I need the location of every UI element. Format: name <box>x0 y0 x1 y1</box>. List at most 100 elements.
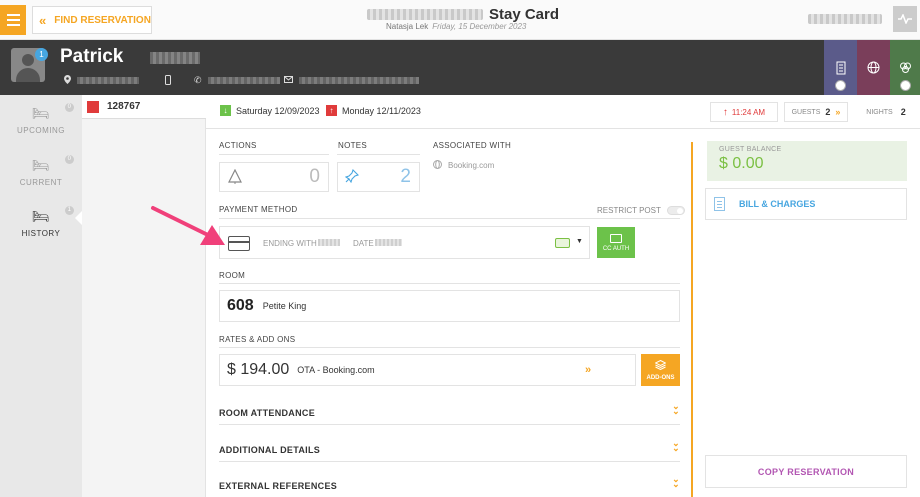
arrival-date-label: Saturday 12/09/2023 <box>236 105 320 116</box>
bill-icon <box>714 197 725 211</box>
nights-label: NIGHTS <box>866 108 893 116</box>
chevron-down-icon: ⌄ ⌄ <box>672 474 680 489</box>
phone-icon: ✆ <box>194 75 202 85</box>
notes-card[interactable]: 2 <box>337 162 420 192</box>
rate-plan: OTA - Booking.com <box>297 365 375 375</box>
room-number: 608 <box>227 297 254 314</box>
notes-count: 2 <box>400 166 411 187</box>
external-references-section[interactable]: EXTERNAL REFERENCES ⌄ ⌄ <box>219 475 680 492</box>
guests-selector[interactable]: GUESTS 2 » <box>784 102 848 122</box>
actions-card[interactable]: 0 <box>219 162 329 192</box>
menu-icon[interactable] <box>0 5 26 35</box>
building-icon[interactable] <box>824 40 857 95</box>
ending-with-label: ENDING WITH <box>263 239 317 248</box>
sidebar-item-upcoming[interactable]: 🛏︎ UPCOMING 0 <box>0 103 82 135</box>
rates-label: RATES & ADD ONS <box>219 335 296 344</box>
top-bar: « FIND RESERVATION Stay Card Natasja Lek… <box>0 0 920 40</box>
count-badge: 1 <box>65 206 74 215</box>
guest-address <box>64 75 139 86</box>
count-badge: 0 <box>65 155 74 164</box>
room-label: ROOM <box>219 271 246 280</box>
double-chevron-right-icon[interactable]: » <box>585 364 591 376</box>
notes-label: NOTES <box>338 141 368 150</box>
nights-count: 2 <box>900 107 906 117</box>
payment-method-card[interactable]: ENDING WITH DATE ▼ <box>219 226 590 259</box>
balance-value: $ 0.00 <box>719 155 764 172</box>
user-date-line: Natasja Lek Friday, 15 December 2023 <box>386 22 526 31</box>
chevron-down-icon[interactable]: ▼ <box>576 238 583 245</box>
bill-charges-button[interactable]: BILL & CHARGES <box>705 188 907 220</box>
cc-auth-label: CC AUTH <box>602 245 630 252</box>
find-reservation-label: FIND RESERVATION <box>54 14 151 26</box>
arrival-date[interactable]: ↓ Saturday 12/09/2023 <box>220 105 320 116</box>
add-ons-button[interactable]: ADD-ONS <box>641 354 680 386</box>
chevron-down-icon: ⌄ ⌄ <box>672 438 680 453</box>
reservation-number: 128767 <box>107 101 141 112</box>
dates-bar: ↓ Saturday 12/09/2023 ↑ Monday 12/11/202… <box>206 95 920 129</box>
rate-amount: $ 194.00 <box>227 361 290 378</box>
rate-card[interactable]: $ 194.00 OTA - Booking.com » <box>219 354 636 386</box>
departure-date[interactable]: ↑ Monday 12/11/2023 <box>326 105 421 116</box>
guests-label: GUESTS <box>791 108 821 116</box>
guest-phone: ✆ <box>194 75 280 86</box>
hotel-name-redacted <box>367 9 483 20</box>
user-name: Natasja Lek <box>386 22 429 31</box>
activity-icon[interactable] <box>893 6 917 32</box>
nights-display: NIGHTS 2 <box>856 102 916 122</box>
associated-value: Booking.com <box>448 161 495 170</box>
sidebar-item-label: UPCOMING <box>17 126 65 135</box>
guest-mobile <box>165 75 171 87</box>
actions-count: 0 <box>309 166 320 187</box>
guest-tiles <box>824 40 920 95</box>
toggle-switch[interactable] <box>666 206 685 215</box>
additional-details-section[interactable]: ADDITIONAL DETAILS ⌄ ⌄ <box>219 439 680 456</box>
stay-sidebar: 🛏︎ UPCOMING 0 🛏︎ CURRENT 0 🛏︎ HISTORY 1 <box>0 95 82 497</box>
cc-auth-button[interactable]: CC AUTH <box>597 227 635 258</box>
actions-label: ACTIONS <box>219 141 257 150</box>
copy-reservation-button[interactable]: COPY RESERVATION <box>705 455 907 488</box>
section-title: EXTERNAL REFERENCES <box>219 481 338 491</box>
divider <box>691 142 693 497</box>
sidebar-item-current[interactable]: 🛏︎ CURRENT 0 <box>0 155 82 187</box>
guest-email <box>284 75 419 85</box>
globe-icon <box>433 160 442 171</box>
guest-header: 1 Patrick ✆ <box>0 40 920 95</box>
add-ons-label: ADD-ONS <box>646 374 675 381</box>
sidebar-item-history[interactable]: 🛏︎ HISTORY 1 <box>0 206 82 238</box>
restrict-post-toggle[interactable]: RESTRICT POST <box>597 206 685 215</box>
arrow-up-icon: ↑ <box>326 105 337 116</box>
pin-icon <box>344 168 360 187</box>
section-title: ROOM ATTENDANCE <box>219 408 315 418</box>
card-digits-redacted <box>318 239 340 246</box>
status-indicator <box>87 100 99 113</box>
card-date-redacted <box>375 239 402 246</box>
section-title: ADDITIONAL DETAILS <box>219 445 321 455</box>
sidebar-item-label: CURRENT <box>19 178 63 187</box>
sidebar-item-label: HISTORY <box>21 229 61 238</box>
arrival-time[interactable]: ↑ 11:24 AM <box>710 102 778 122</box>
globe-icon[interactable] <box>857 40 890 95</box>
list-item[interactable]: 128767 <box>82 95 206 119</box>
room-attendance-section[interactable]: ROOM ATTENDANCE ⌄ ⌄ <box>219 402 680 419</box>
mobile-icon <box>165 75 171 87</box>
arrow-down-icon: ↓ <box>220 105 231 116</box>
find-reservation-button[interactable]: « FIND RESERVATION <box>32 6 152 34</box>
guest-surname-redacted <box>150 52 200 64</box>
bill-charges-label: BILL & CHARGES <box>739 199 816 209</box>
bell-icon <box>227 168 243 189</box>
user-menu-redacted[interactable] <box>808 14 882 24</box>
avatar-badge: 1 <box>35 48 48 61</box>
date-label: DATE <box>353 239 374 248</box>
reservation-list: 128767 <box>82 95 206 497</box>
arrow-up-icon: ↑ <box>722 106 728 118</box>
page-title: Stay Card <box>489 6 560 23</box>
double-chevron-left-icon: « <box>39 12 47 28</box>
guest-name[interactable]: Patrick <box>60 46 123 68</box>
room-card[interactable]: 608 Petite King <box>219 290 680 322</box>
arrival-time-label: 11:24 AM <box>731 107 766 117</box>
credit-card-icon <box>228 236 250 251</box>
card-type-icon[interactable] <box>555 238 570 248</box>
associated-with: Booking.com <box>433 160 494 171</box>
credit-card-icon <box>610 233 622 243</box>
loyalty-icon[interactable] <box>890 40 920 95</box>
